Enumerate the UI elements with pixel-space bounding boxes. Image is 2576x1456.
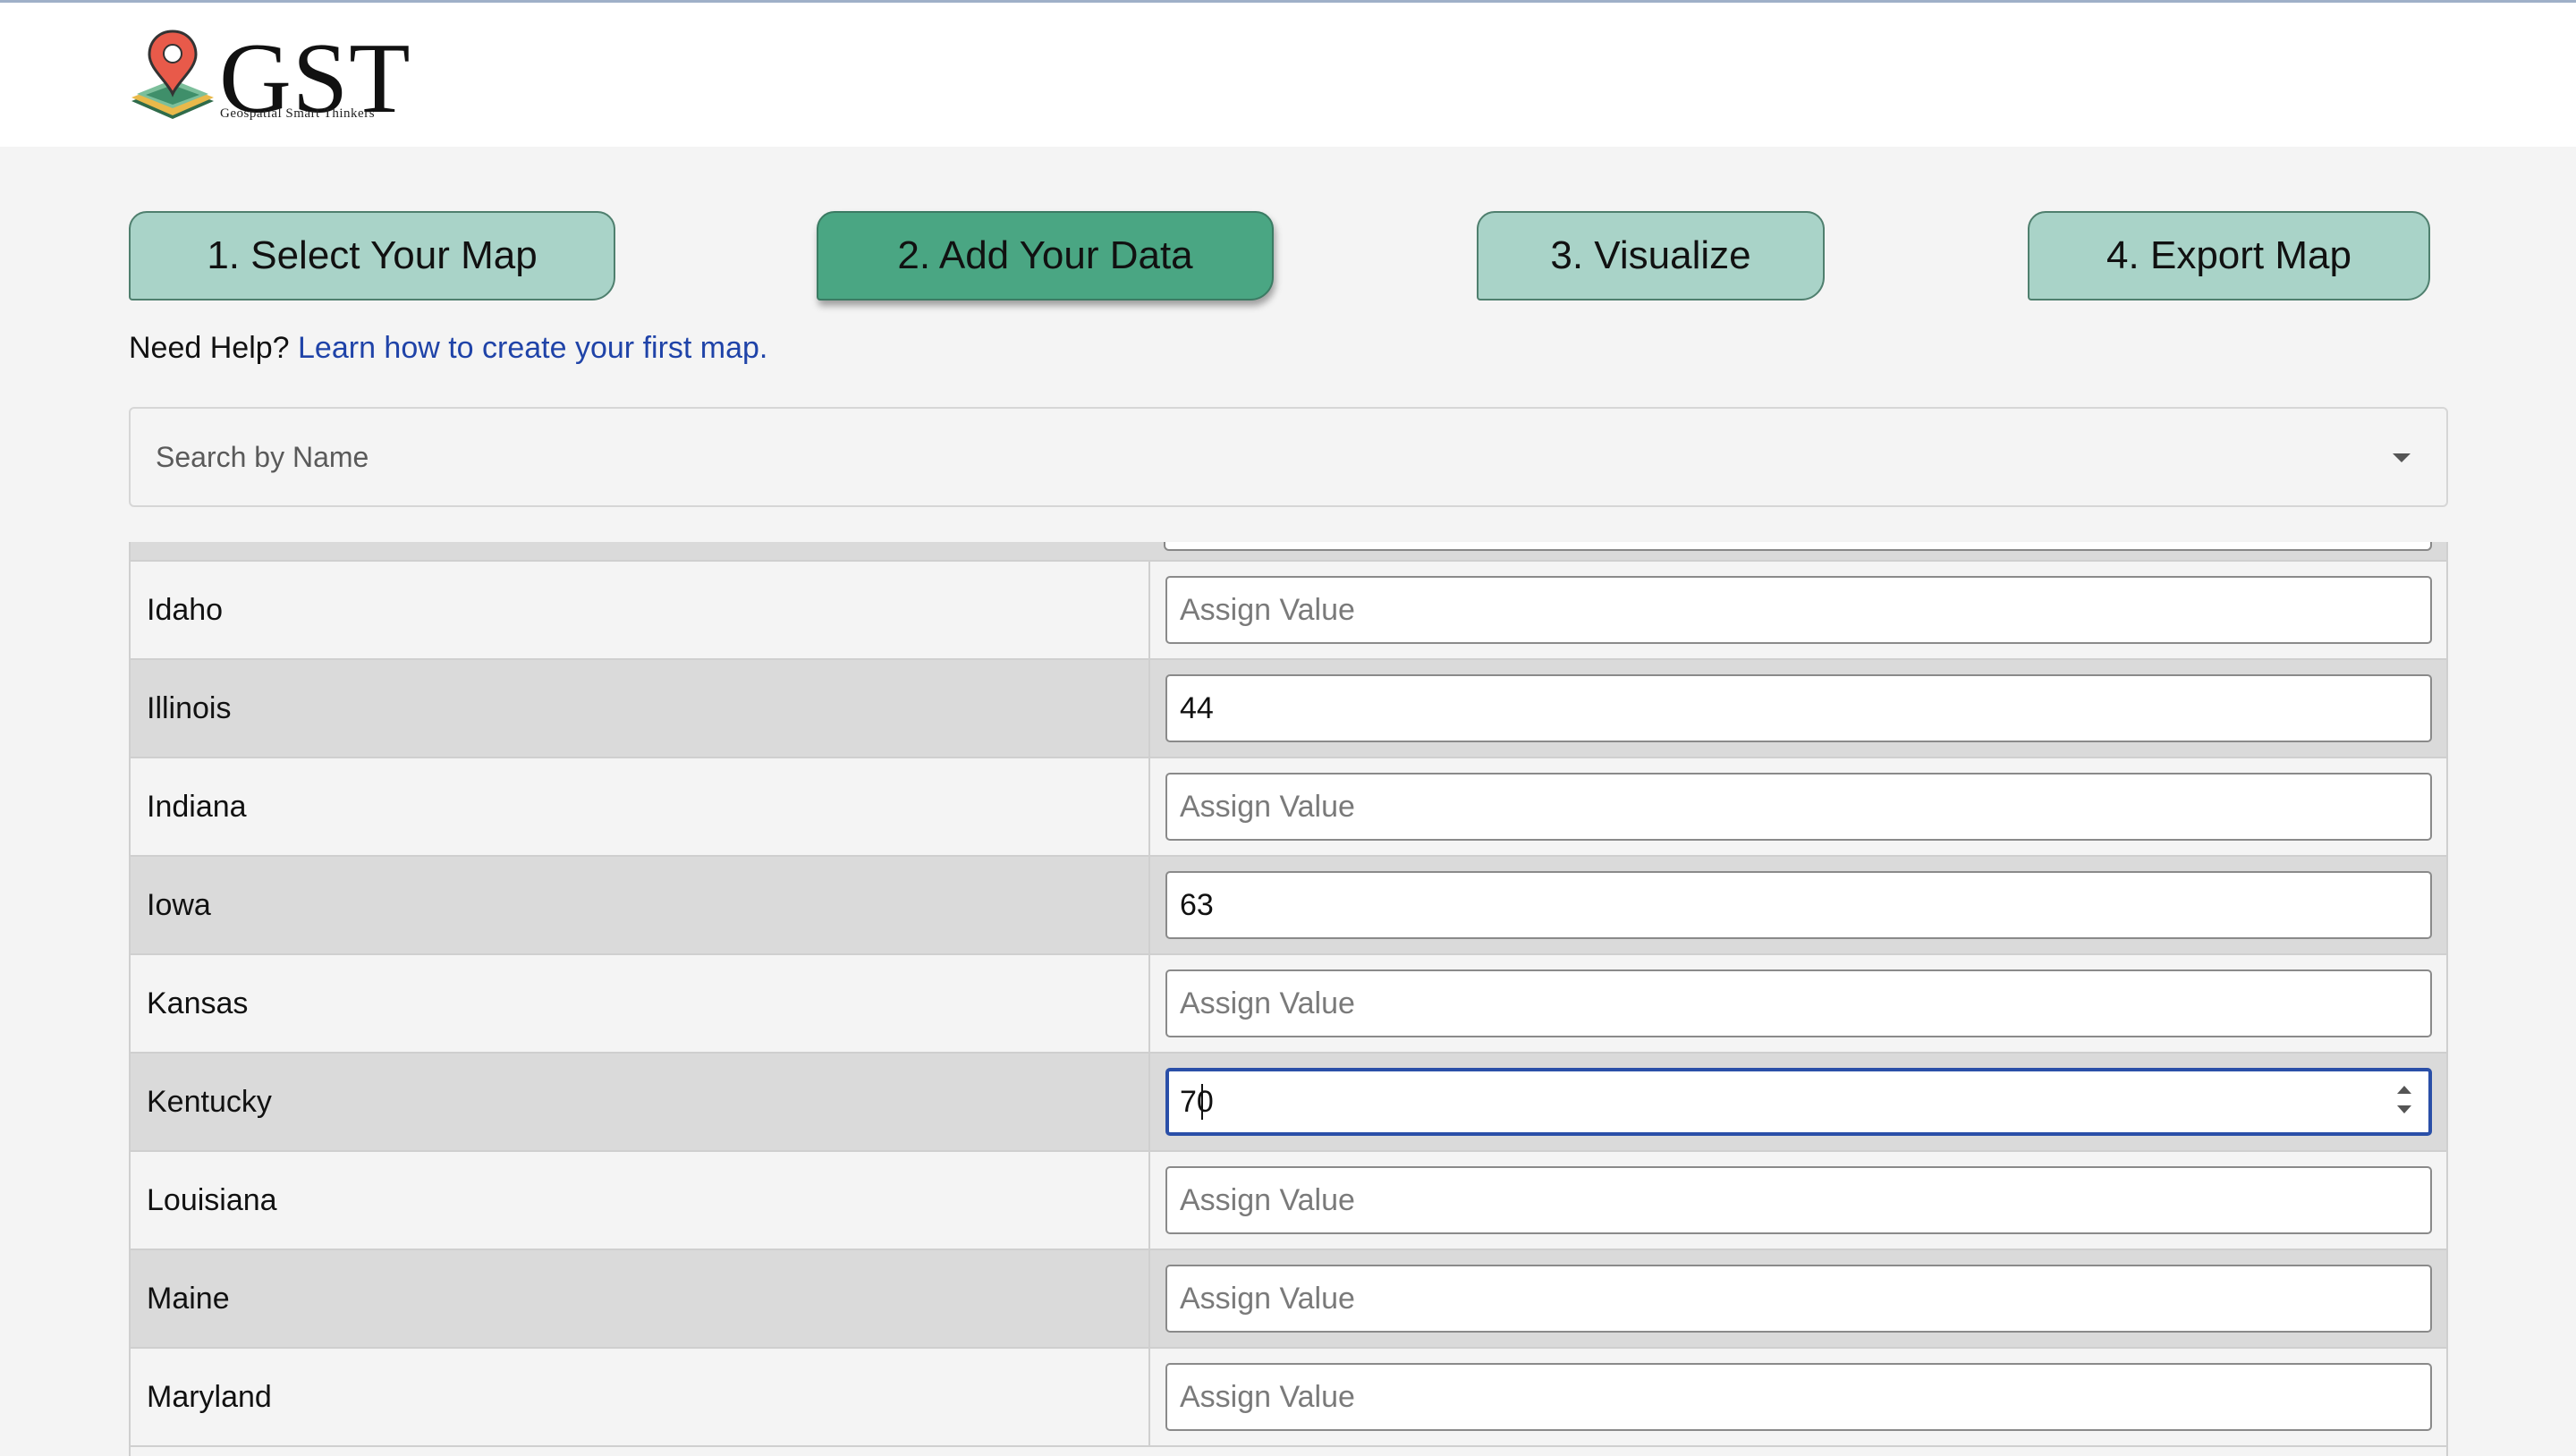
table-row-partial (131, 542, 2446, 562)
value-input[interactable] (1165, 1166, 2432, 1234)
value-input[interactable] (1165, 674, 2432, 742)
help-text: Need Help? Learn how to create your firs… (129, 331, 767, 366)
step-export-map-button[interactable]: 4. Export Map (2028, 211, 2430, 301)
table-row: Maryland (131, 1349, 2446, 1447)
table-row: Maine (131, 1250, 2446, 1349)
stepper-down-icon[interactable] (2397, 1105, 2411, 1113)
value-input-partial (1164, 542, 2432, 551)
column-divider (1148, 758, 1150, 857)
text-cursor (1201, 1084, 1203, 1120)
state-name: Kansas (147, 986, 249, 1020)
column-divider (1148, 660, 1150, 758)
value-input[interactable] (1165, 576, 2432, 644)
stepper-up-icon[interactable] (2397, 1086, 2411, 1094)
help-link[interactable]: Learn how to create your first map. (298, 331, 767, 365)
table-row: Idaho (131, 562, 2446, 660)
app-header: GST Geospatial Smart Thinkers (0, 3, 2576, 147)
value-input[interactable] (1165, 1068, 2432, 1136)
table-row: Kentucky (131, 1054, 2446, 1152)
data-table[interactable]: Idaho Illinois Indiana Iowa Kansas Kentucky Lo… (129, 542, 2448, 1456)
help-prefix: Need Help? (129, 331, 290, 365)
column-divider (1148, 1349, 1150, 1447)
state-name: Maryland (147, 1380, 272, 1414)
value-input[interactable] (1165, 773, 2432, 841)
state-name: Maine (147, 1282, 230, 1316)
value-input[interactable] (1165, 969, 2432, 1037)
column-divider (1148, 562, 1150, 660)
table-row: Louisiana (131, 1152, 2446, 1250)
state-name: Louisiana (147, 1183, 277, 1217)
table-row: Illinois (131, 660, 2446, 758)
value-input[interactable] (1165, 871, 2432, 939)
value-input[interactable] (1165, 1363, 2432, 1431)
state-name: Idaho (147, 593, 224, 627)
gst-logo[interactable]: GST Geospatial Smart Thinkers (128, 29, 411, 129)
table-row: Kansas (131, 955, 2446, 1054)
column-divider (1148, 1054, 1150, 1152)
column-divider (1148, 857, 1150, 955)
state-name: Indiana (147, 790, 247, 824)
state-name: Illinois (147, 691, 232, 725)
number-stepper[interactable] (2395, 1084, 2415, 1120)
caret-down-icon[interactable] (2393, 453, 2411, 462)
search-dropdown[interactable]: Search by Name (129, 407, 2448, 507)
step-visualize-button[interactable]: 3. Visualize (1477, 211, 1825, 301)
value-input[interactable] (1165, 1265, 2432, 1333)
state-name: Iowa (147, 888, 211, 922)
logo-subtitle: Geospatial Smart Thinkers (220, 106, 376, 121)
column-divider (1148, 955, 1150, 1054)
table-row: Indiana (131, 758, 2446, 857)
search-placeholder: Search by Name (156, 441, 369, 473)
table-row: Iowa (131, 857, 2446, 955)
column-divider (1148, 1250, 1150, 1349)
step-add-data-button[interactable]: 2. Add Your Data (817, 211, 1274, 301)
step-select-map-button[interactable]: 1. Select Your Map (129, 211, 615, 301)
column-divider (1148, 1152, 1150, 1250)
map-pin-layers-icon (131, 30, 214, 119)
state-name: Kentucky (147, 1085, 272, 1119)
